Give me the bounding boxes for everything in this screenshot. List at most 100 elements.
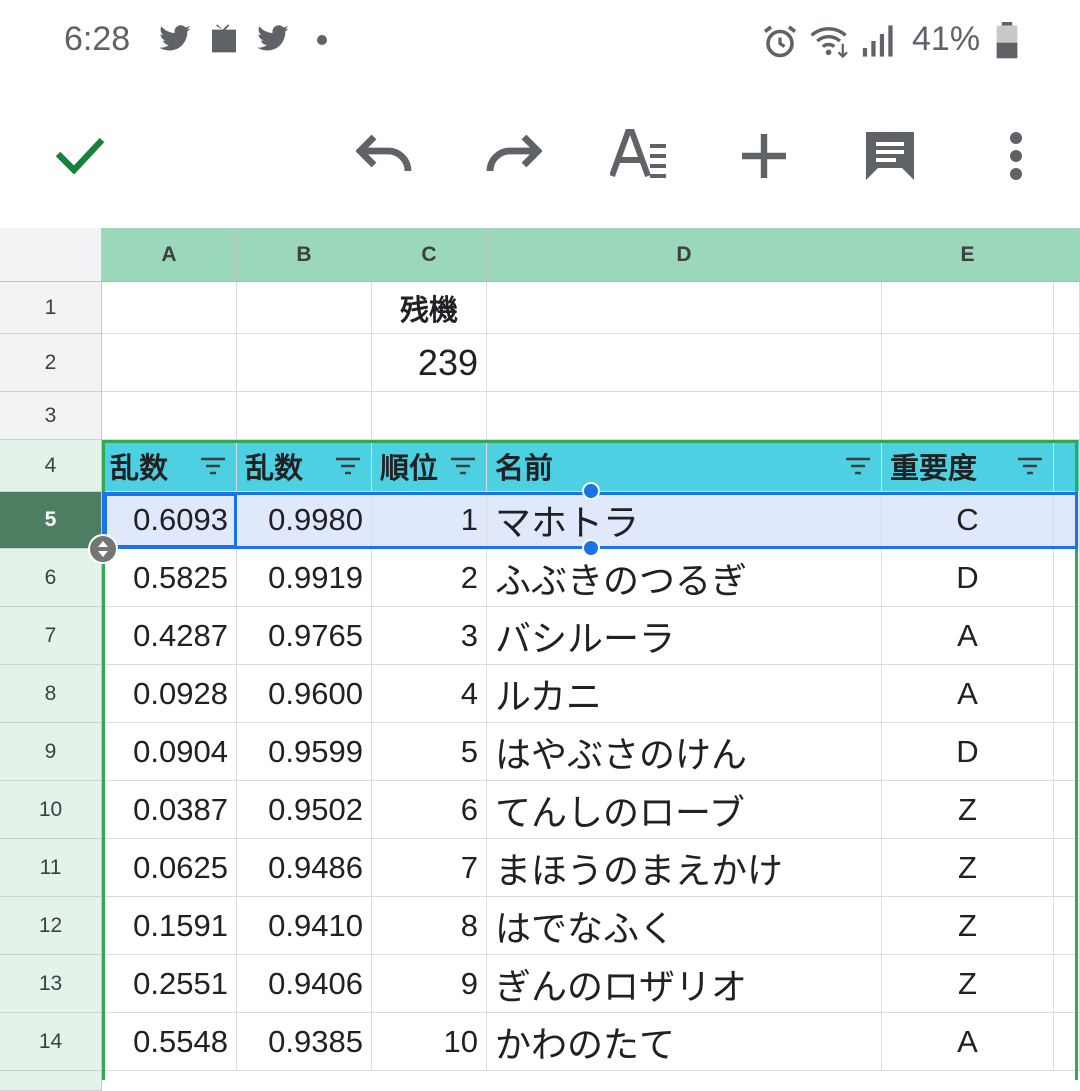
cell[interactable]: 0.9385 xyxy=(237,1013,372,1071)
cell[interactable]: 9 xyxy=(372,955,487,1013)
table-header-cell[interactable]: 名前 xyxy=(487,440,882,492)
cell[interactable]: 0.9486 xyxy=(237,839,372,897)
cell[interactable]: C xyxy=(882,492,1054,549)
cell[interactable]: 0.5825 xyxy=(102,549,237,607)
cell[interactable]: マホトラ xyxy=(487,492,882,549)
table-header-cell[interactable]: 乱数 xyxy=(237,440,372,492)
cell[interactable]: ルカニ xyxy=(487,665,882,723)
select-all-corner[interactable] xyxy=(0,228,102,282)
table-header-cell[interactable]: 乱数 xyxy=(102,440,237,492)
cell[interactable]: 0.9980 xyxy=(237,492,372,549)
row-header[interactable]: 14 xyxy=(0,1013,102,1071)
cell[interactable]: 1 xyxy=(372,492,487,549)
cell[interactable]: はやぶさのけん xyxy=(487,723,882,781)
cell[interactable] xyxy=(1054,282,1080,334)
table-header-cell[interactable]: 重要度 xyxy=(882,440,1054,492)
cell[interactable]: 0.0904 xyxy=(102,723,237,781)
cell[interactable] xyxy=(102,392,237,440)
cell[interactable]: 6 xyxy=(372,781,487,839)
cell[interactable]: Z xyxy=(882,839,1054,897)
cell[interactable] xyxy=(882,334,1054,392)
cell[interactable]: A xyxy=(882,1013,1054,1071)
cell[interactable]: 0.9599 xyxy=(237,723,372,781)
cell[interactable]: まほうのまえかけ xyxy=(487,839,882,897)
cell[interactable]: 0.4287 xyxy=(102,607,237,665)
spreadsheet-grid[interactable]: A B C D E 1 2 3 4 5 6 7 8 9 10 11 12 13 14 残機 239 乱数 乱数 順位 名前 重要度… xyxy=(0,228,1080,1091)
redo-icon[interactable] xyxy=(482,132,542,178)
cell[interactable]: ぎんのロザリオ xyxy=(487,955,882,1013)
cell[interactable] xyxy=(372,392,487,440)
row-header[interactable]: 12 xyxy=(0,897,102,955)
row-header[interactable]: 10 xyxy=(0,781,102,839)
cell[interactable] xyxy=(237,282,372,334)
column-header-a[interactable]: A xyxy=(102,228,237,282)
more-vert-icon[interactable] xyxy=(1006,132,1026,180)
cell[interactable]: 8 xyxy=(372,897,487,955)
cell[interactable]: 0.0387 xyxy=(102,781,237,839)
filter-icon[interactable] xyxy=(335,456,361,476)
cell[interactable]: 0.2551 xyxy=(102,955,237,1013)
cell[interactable]: 0.0928 xyxy=(102,665,237,723)
cell[interactable]: かわのたて xyxy=(487,1013,882,1071)
filter-icon[interactable] xyxy=(200,456,226,476)
cell[interactable]: 10 xyxy=(372,1013,487,1071)
row-header[interactable] xyxy=(0,1071,102,1091)
selection-handle[interactable] xyxy=(582,482,600,500)
cell-c2[interactable]: 239 xyxy=(372,334,487,392)
cell[interactable] xyxy=(487,282,882,334)
cell[interactable] xyxy=(1054,334,1080,392)
column-header-extra[interactable] xyxy=(1054,228,1080,282)
cell[interactable] xyxy=(1054,1013,1080,1071)
cell[interactable]: はでなふく xyxy=(487,897,882,955)
cell[interactable]: 0.0625 xyxy=(102,839,237,897)
undo-icon[interactable] xyxy=(356,132,416,178)
cell[interactable] xyxy=(1054,781,1080,839)
table-header-cell[interactable] xyxy=(1054,440,1080,492)
comment-icon[interactable] xyxy=(862,128,918,184)
cell[interactable] xyxy=(487,392,882,440)
cell[interactable] xyxy=(882,392,1054,440)
cell[interactable] xyxy=(1054,955,1080,1013)
cell[interactable] xyxy=(1054,723,1080,781)
column-header-e[interactable]: E xyxy=(882,228,1054,282)
cell[interactable]: ふぶきのつるぎ xyxy=(487,549,882,607)
cell[interactable]: てんしのローブ xyxy=(487,781,882,839)
row-header[interactable]: 11 xyxy=(0,839,102,897)
selection-handle[interactable] xyxy=(582,539,600,557)
add-icon[interactable] xyxy=(740,132,788,180)
cell[interactable] xyxy=(1054,492,1080,549)
cell[interactable]: 0.9410 xyxy=(237,897,372,955)
cell[interactable] xyxy=(1054,549,1080,607)
row-header[interactable]: 8 xyxy=(0,665,102,723)
cell[interactable]: 2 xyxy=(372,549,487,607)
cell[interactable] xyxy=(1054,392,1080,440)
row-header[interactable]: 3 xyxy=(0,392,102,440)
row-header[interactable]: 5 xyxy=(0,492,102,549)
text-format-icon[interactable] xyxy=(610,128,668,180)
cell[interactable]: 5 xyxy=(372,723,487,781)
row-header[interactable]: 9 xyxy=(0,723,102,781)
row-resize-handle[interactable] xyxy=(88,534,118,564)
row-header[interactable]: 7 xyxy=(0,607,102,665)
row-header[interactable]: 1 xyxy=(0,282,102,334)
cell[interactable]: 0.9502 xyxy=(237,781,372,839)
filter-icon[interactable] xyxy=(1017,456,1043,476)
filter-icon[interactable] xyxy=(845,456,871,476)
cell[interactable] xyxy=(1054,607,1080,665)
cell[interactable]: 0.9600 xyxy=(237,665,372,723)
cell[interactable]: 0.5548 xyxy=(102,1013,237,1071)
cell[interactable] xyxy=(1054,897,1080,955)
cell[interactable]: 0.9919 xyxy=(237,549,372,607)
cell[interactable]: Z xyxy=(882,897,1054,955)
cell[interactable]: 3 xyxy=(372,607,487,665)
column-header-d[interactable]: D xyxy=(487,228,882,282)
cell[interactable]: D xyxy=(882,723,1054,781)
check-icon[interactable] xyxy=(54,134,106,174)
cell[interactable]: バシルーラ xyxy=(487,607,882,665)
cell-c1[interactable]: 残機 xyxy=(372,282,487,334)
table-header-cell[interactable]: 順位 xyxy=(372,440,487,492)
cell[interactable] xyxy=(102,334,237,392)
cell[interactable]: A xyxy=(882,607,1054,665)
cell[interactable] xyxy=(1054,665,1080,723)
cell[interactable]: Z xyxy=(882,781,1054,839)
